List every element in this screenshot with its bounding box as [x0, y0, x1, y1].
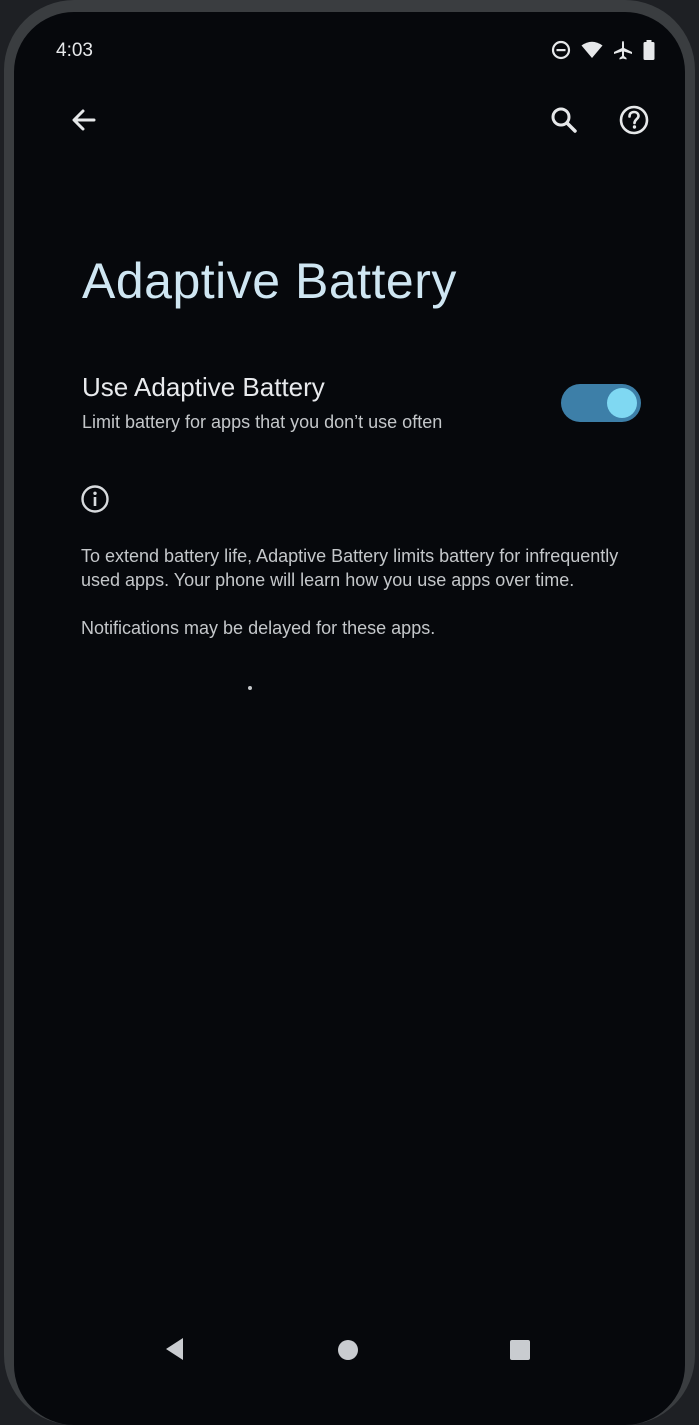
search-button[interactable] — [540, 96, 588, 144]
battery-icon — [643, 40, 655, 60]
help-icon — [618, 104, 650, 136]
footer-paragraph: To extend battery life, Adaptive Battery… — [81, 546, 619, 590]
adaptive-battery-toggle-row[interactable]: Use Adaptive Battery Limit battery for a… — [69, 364, 655, 450]
airplane-icon — [613, 40, 633, 60]
decorative-dot — [248, 686, 252, 690]
status-icons — [551, 40, 655, 60]
switch-thumb — [607, 388, 637, 418]
footer-paragraph: Notifications may be delayed for these a… — [81, 618, 436, 638]
nav-recents-icon — [509, 1339, 531, 1365]
status-time: 4:03 — [56, 40, 93, 61]
phone-frame: 4:03 Adaptive Battery Use Adaptive Batte… — [4, 0, 695, 1425]
dnd-icon — [551, 40, 571, 60]
toggle-summary: Limit battery for apps that you don’t us… — [82, 412, 443, 432]
footer-description: To extend battery life, Adaptive Battery… — [81, 544, 641, 664]
page-title: Adaptive Battery — [82, 253, 457, 309]
adaptive-battery-switch[interactable] — [561, 384, 641, 422]
wifi-icon — [581, 41, 603, 59]
status-bar: 4:03 — [14, 12, 685, 82]
search-icon — [549, 105, 579, 135]
arrow-back-icon — [69, 105, 99, 135]
toggle-title: Use Adaptive Battery — [82, 372, 325, 402]
nav-home-icon — [336, 1338, 360, 1366]
screen: 4:03 Adaptive Battery Use Adaptive Batte… — [14, 12, 685, 1425]
nav-home-button[interactable] — [324, 1328, 372, 1376]
nav-back-button[interactable] — [151, 1327, 199, 1375]
help-button[interactable] — [610, 96, 658, 144]
nav-recents-button[interactable] — [496, 1328, 544, 1376]
nav-back-icon — [163, 1336, 187, 1366]
back-button[interactable] — [60, 96, 108, 144]
navigation-bar — [14, 1327, 685, 1397]
info-icon — [80, 484, 110, 514]
